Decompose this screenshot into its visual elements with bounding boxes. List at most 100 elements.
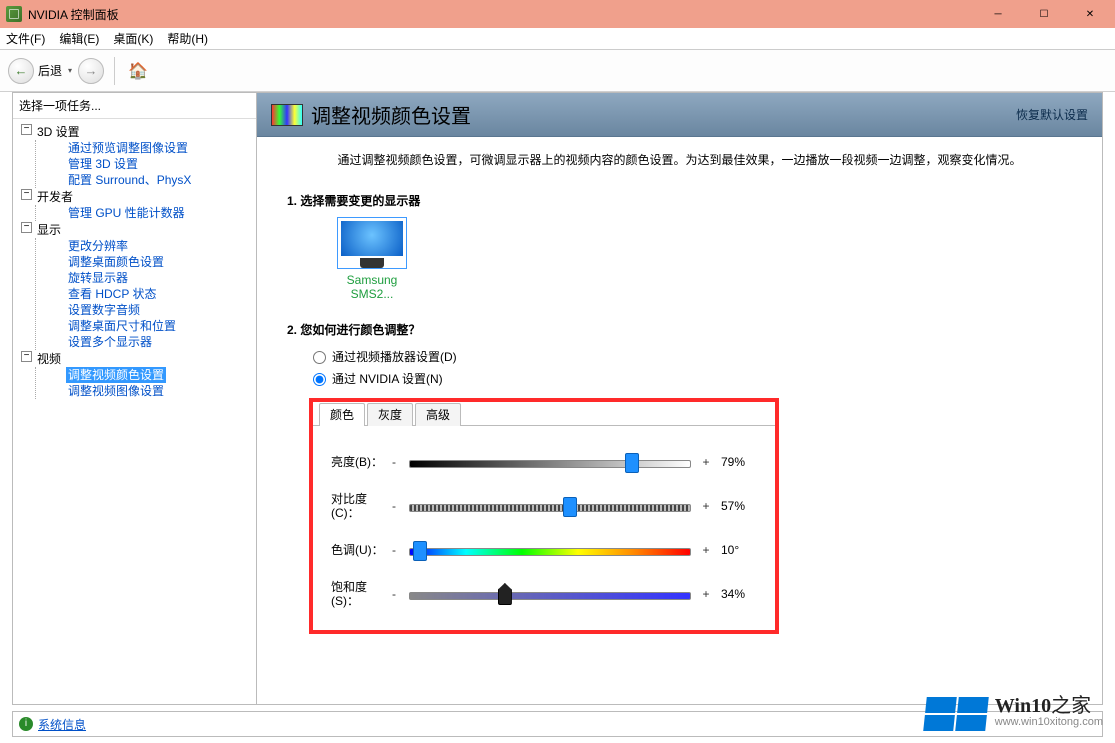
menu-file[interactable]: 文件(F) [6,30,45,47]
color-settings-panel: 颜色 灰度 高级 亮度(B)： - + 79% [309,398,779,634]
brightness-slider[interactable] [409,455,691,469]
menubar: 文件(F) 编辑(E) 桌面(K) 帮助(H) [0,28,1115,50]
radio-nvidia-label: 通过 NVIDIA 设置(N) [332,368,443,390]
tree-label-dev: 开发者 [15,188,254,205]
tree-item[interactable]: 配置 Surround、PhysX [38,172,254,188]
radio-player-row[interactable]: 通过视频播放器设置(D) [313,346,1072,368]
menu-desktop[interactable]: 桌面(K) [113,30,153,47]
contrast-minus[interactable]: - [387,499,401,513]
tree-item[interactable]: 调整桌面颜色设置 [38,254,254,270]
maximize-button[interactable]: ☐ [1021,0,1067,28]
saturation-label: 饱和度(S)： [331,580,387,608]
window-title: NVIDIA 控制面板 [28,6,119,23]
contrast-label: 对比度(C)： [331,492,387,520]
watermark-text: Win10之家 www.win10xitong.com [995,698,1103,730]
tree-label-3d: 3D 设置 [15,123,254,140]
windows-logo-icon [923,697,989,731]
tree-label-display: 显示 [15,221,254,238]
tree-item[interactable]: 设置数字音频 [38,302,254,318]
contrast-thumb[interactable] [563,497,577,517]
back-label: 后退 [38,62,62,79]
saturation-row: 饱和度(S)： - + 34% [331,572,757,616]
nvidia-icon [6,6,22,22]
menu-help[interactable]: 帮助(H) [167,30,208,47]
forward-button[interactable]: → [78,58,104,84]
step1-title: 1. 选择需要变更的显示器 [287,192,1072,209]
back-button[interactable]: ← 后退 ▾ [8,58,72,84]
contrast-track [409,504,691,512]
saturation-plus[interactable]: + [699,587,713,601]
page-header: 调整视频颜色设置 恢复默认设置 [257,93,1102,137]
settings-scroll[interactable]: 1. 选择需要变更的显示器 Samsung SMS2... 2. 您如何进行颜色… [257,176,1102,704]
tree-item[interactable]: 通过预览调整图像设置 [38,140,254,156]
monitor-icon [337,217,407,269]
page-title: 调整视频颜色设置 [311,100,471,129]
radio-player-label: 通过视频播放器设置(D) [332,346,457,368]
hue-value: 10° [713,543,757,557]
brightness-row: 亮度(B)： - + 79% [331,440,757,484]
monitor-label: Samsung SMS2... [327,273,417,301]
brightness-track [409,460,691,468]
tree-item[interactable]: 管理 3D 设置 [38,156,254,172]
tab-color[interactable]: 颜色 [319,403,365,426]
tree-node-display: − 显示 更改分辨率 调整桌面颜色设置 旋转显示器 查看 HDCP 状态 设置数… [15,221,254,350]
minimize-button[interactable]: ─ [975,0,1021,28]
toolbar-separator [114,57,115,85]
back-dropdown-icon[interactable]: ▾ [68,66,72,75]
task-tree-pane: 选择一项任务... − 3D 设置 通过预览调整图像设置 管理 3D 设置 配置… [13,93,257,704]
monitor-selector[interactable]: Samsung SMS2... [327,217,417,301]
hue-slider[interactable] [409,543,691,557]
contrast-slider[interactable] [409,499,691,513]
task-tree[interactable]: − 3D 设置 通过预览调整图像设置 管理 3D 设置 配置 Surround、… [13,119,256,704]
home-button[interactable]: 🏠 [125,58,151,84]
tree-item[interactable]: 调整视频图像设置 [38,383,254,399]
settings-pane: 调整视频颜色设置 恢复默认设置 通过调整视频颜色设置，可微调显示器上的视频内容的… [257,93,1102,704]
toolbar: ← 后退 ▾ → 🏠 [0,50,1115,92]
saturation-thumb[interactable] [498,583,512,605]
restore-defaults-link[interactable]: 恢复默认设置 [1016,106,1088,123]
tree-toggle-display[interactable]: − [21,222,32,233]
hue-minus[interactable]: - [387,543,401,557]
brightness-plus[interactable]: + [699,455,713,469]
menu-edit[interactable]: 编辑(E) [59,30,99,47]
back-icon: ← [8,58,34,84]
tree-toggle-3d[interactable]: − [21,124,32,135]
tree-label-video: 视频 [15,350,254,367]
window-controls: ─ ☐ ✕ [975,0,1113,28]
radio-nvidia-row[interactable]: 通过 NVIDIA 设置(N) [313,368,1072,390]
saturation-slider[interactable] [409,587,691,601]
radio-player[interactable] [313,351,326,364]
system-info-link[interactable]: 系统信息 [38,716,86,733]
tree-item[interactable]: 查看 HDCP 状态 [38,286,254,302]
hue-track [409,548,691,556]
tab-gamma[interactable]: 灰度 [367,403,413,426]
tree-toggle-video[interactable]: − [21,351,32,362]
saturation-minus[interactable]: - [387,587,401,601]
watermark-url: www.win10xitong.com [995,714,1103,730]
task-tree-header: 选择一项任务... [13,93,256,119]
info-icon: i [19,717,33,731]
slider-area: 亮度(B)： - + 79% 对比度(C)： - [313,426,775,630]
watermark: Win10之家 www.win10xitong.com [925,697,1103,731]
hue-plus[interactable]: + [699,543,713,557]
hue-thumb[interactable] [413,541,427,561]
color-bars-icon [271,104,303,126]
tab-strip: 颜色 灰度 高级 [313,402,775,426]
brightness-minus[interactable]: - [387,455,401,469]
tree-item[interactable]: 设置多个显示器 [38,334,254,350]
tree-item[interactable]: 旋转显示器 [38,270,254,286]
radio-nvidia[interactable] [313,373,326,386]
close-button[interactable]: ✕ [1067,0,1113,28]
step2-title: 2. 您如何进行颜色调整？ [287,321,1072,338]
contrast-plus[interactable]: + [699,499,713,513]
tab-advanced[interactable]: 高级 [415,403,461,426]
tree-item-selected[interactable]: 调整视频颜色设置 [66,367,166,383]
saturation-value: 34% [713,587,757,601]
tree-item[interactable]: 调整桌面尺寸和位置 [38,318,254,334]
tree-item[interactable]: 管理 GPU 性能计数器 [38,205,254,221]
tree-item[interactable]: 更改分辨率 [38,238,254,254]
contrast-value: 57% [713,499,757,513]
tree-toggle-dev[interactable]: − [21,189,32,200]
brightness-thumb[interactable] [625,453,639,473]
brightness-value: 79% [713,455,757,469]
